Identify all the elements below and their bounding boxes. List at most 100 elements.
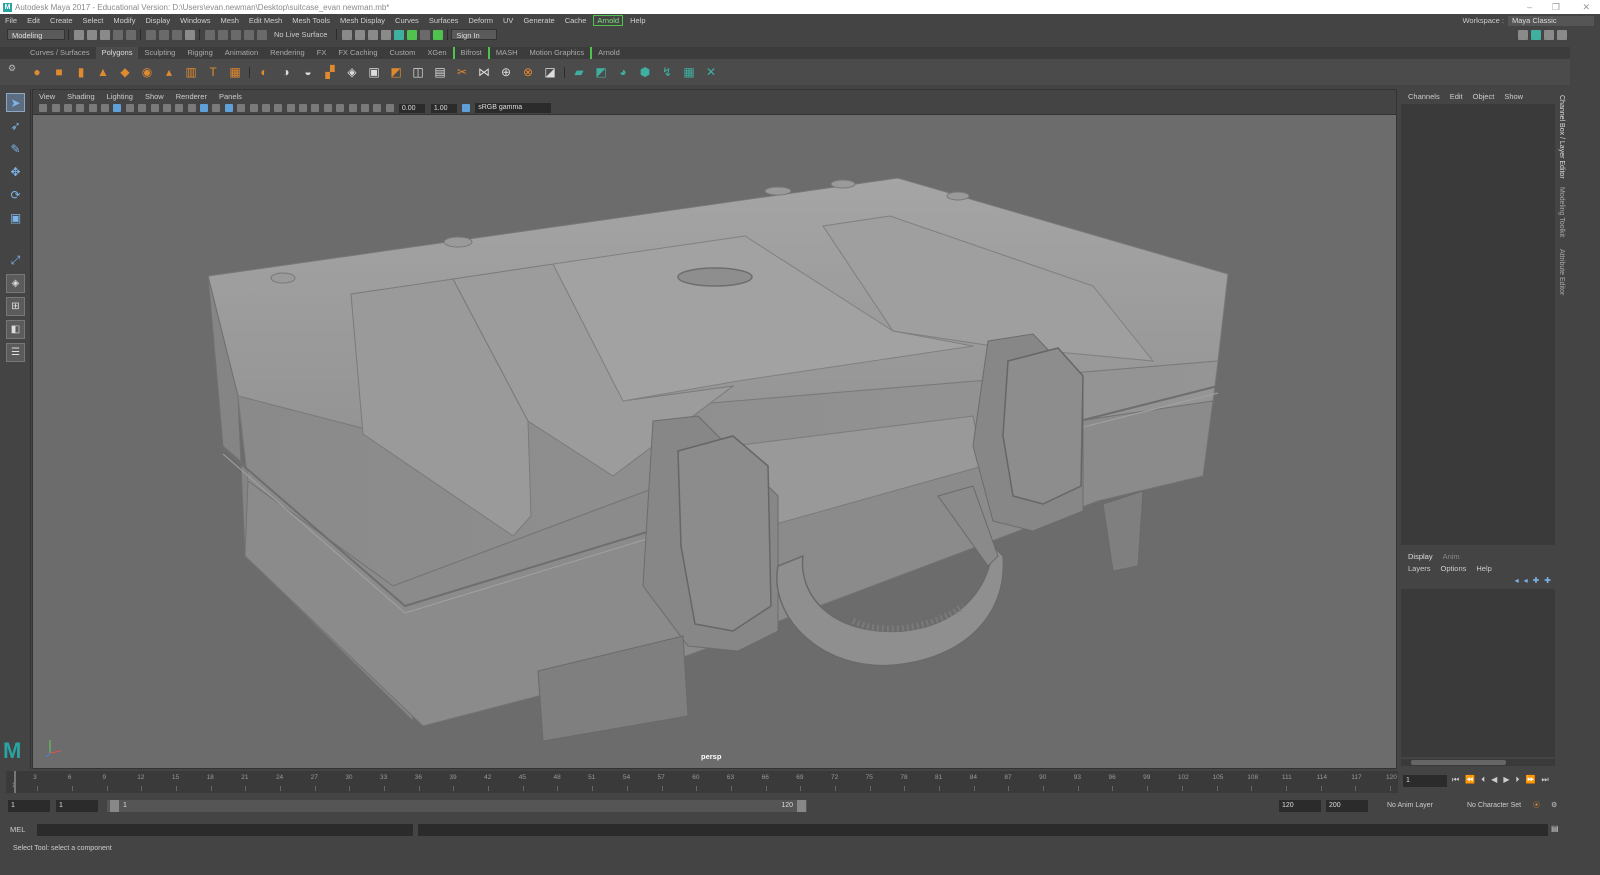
- use-default-material-icon[interactable]: [224, 104, 233, 112]
- poly-torus-icon[interactable]: ◉: [140, 65, 155, 80]
- step-back-key-icon[interactable]: ⏪: [1465, 775, 1475, 785]
- render-setup-icon[interactable]: [419, 29, 430, 40]
- layer-menu-help[interactable]: Help: [1471, 564, 1496, 573]
- go-to-start-icon[interactable]: ⏮: [1452, 775, 1459, 785]
- exposure-field[interactable]: 0.00: [398, 103, 425, 113]
- shelf-tab-fx[interactable]: FX: [311, 47, 333, 59]
- channel-box-menu-channels[interactable]: Channels: [1403, 92, 1445, 101]
- menu-deform[interactable]: Deform: [463, 16, 498, 25]
- move-tool-icon[interactable]: ✥: [6, 162, 25, 181]
- move-layer-up-icon[interactable]: ◂: [1515, 576, 1519, 585]
- menu-generate[interactable]: Generate: [518, 16, 559, 25]
- tab-channel-box-layer-editor[interactable]: Channel Box / Layer Editor: [1558, 95, 1565, 179]
- menu-edit-mesh[interactable]: Edit Mesh: [244, 16, 287, 25]
- animation-start-field[interactable]: 1: [8, 800, 50, 812]
- menu-help[interactable]: Help: [625, 16, 650, 25]
- go-to-end-icon[interactable]: ⏭: [1541, 775, 1548, 785]
- new-layer-selected-icon[interactable]: ✚: [1544, 576, 1551, 585]
- current-time-indicator[interactable]: [14, 771, 16, 793]
- smooth-icon[interactable]: ◒: [301, 65, 316, 80]
- multi-cut-icon[interactable]: ✂: [455, 65, 470, 80]
- safe-title-icon[interactable]: [187, 104, 196, 112]
- hypershade-icon[interactable]: [393, 29, 404, 40]
- shelf-tab-sculpting[interactable]: Sculpting: [138, 47, 181, 59]
- snap-point-icon[interactable]: [230, 29, 241, 40]
- menu-select[interactable]: Select: [78, 16, 109, 25]
- mel-label[interactable]: MEL: [10, 824, 25, 836]
- shelf-tab-rendering[interactable]: Rendering: [264, 47, 311, 59]
- lasso-tool-icon[interactable]: ➶: [6, 116, 25, 135]
- make-live-icon[interactable]: [256, 29, 267, 40]
- show-manipulator-icon[interactable]: ⤢: [6, 251, 25, 270]
- shelf-tab-motion-graphics[interactable]: Motion Graphics: [523, 47, 590, 59]
- step-forward-frame-icon[interactable]: ⏵: [1515, 775, 1519, 785]
- multisample-aa-icon[interactable]: [323, 104, 332, 112]
- arnold-render-icon[interactable]: [406, 29, 417, 40]
- channel-box-body[interactable]: [1401, 104, 1555, 545]
- viewport-menu-renderer[interactable]: Renderer: [170, 92, 213, 101]
- xray-active-icon[interactable]: [373, 104, 382, 112]
- backface-culling-icon[interactable]: [385, 104, 394, 112]
- gate-mask-icon[interactable]: [150, 104, 159, 112]
- new-empty-layer-icon[interactable]: ✚: [1533, 576, 1540, 585]
- auto-key-icon[interactable]: ⦿: [1533, 800, 1540, 812]
- range-bar[interactable]: 1 120: [107, 800, 807, 812]
- restore-button[interactable]: ❐: [1552, 0, 1560, 14]
- perspective-viewport[interactable]: View Shading Lighting Show Renderer Panels 0.…: [32, 89, 1397, 769]
- smooth-shade-icon[interactable]: [212, 104, 221, 112]
- close-button[interactable]: ✕: [1582, 0, 1590, 14]
- menu-modify[interactable]: Modify: [108, 16, 140, 25]
- menu-mesh-display[interactable]: Mesh Display: [335, 16, 390, 25]
- move-layer-down-icon[interactable]: ◂: [1524, 576, 1528, 585]
- checker-icon[interactable]: ▦: [682, 65, 697, 80]
- gamma-field[interactable]: 1.00: [430, 103, 457, 113]
- menu-cache[interactable]: Cache: [560, 16, 592, 25]
- menu-curves[interactable]: Curves: [390, 16, 424, 25]
- character-controls-toggle-icon[interactable]: [1530, 29, 1541, 40]
- select-camera-icon[interactable]: [39, 104, 48, 112]
- animation-preferences-icon[interactable]: ⚙: [1551, 800, 1557, 812]
- minimize-button[interactable]: –: [1527, 0, 1532, 14]
- selection-mask-icon[interactable]: [184, 29, 195, 40]
- cylindrical-uv-icon[interactable]: ◩: [594, 65, 609, 80]
- new-scene-icon[interactable]: [73, 29, 84, 40]
- grease-pencil-icon[interactable]: [101, 104, 110, 112]
- render-view-icon[interactable]: [341, 29, 352, 40]
- mirror-icon[interactable]: ▞: [323, 65, 338, 80]
- quad-draw-icon[interactable]: ◪: [543, 65, 558, 80]
- camera-attributes-icon[interactable]: [51, 104, 60, 112]
- layer-list[interactable]: [1401, 589, 1555, 757]
- isolate-select-icon[interactable]: [348, 104, 357, 112]
- snap-view-plane-icon[interactable]: [243, 29, 254, 40]
- modeling-toolkit-toggle-icon[interactable]: [1517, 29, 1528, 40]
- single-perspective-icon[interactable]: ◈: [6, 274, 25, 293]
- uv-editor-icon[interactable]: ↯: [660, 65, 675, 80]
- snap-curve-icon[interactable]: [217, 29, 228, 40]
- select-component-icon[interactable]: [171, 29, 182, 40]
- time-slider-ruler[interactable]: 1369121518212427303336394245485154576063…: [6, 771, 1398, 793]
- poly-cube-icon[interactable]: ■: [52, 65, 67, 80]
- separate-icon[interactable]: ◑: [279, 65, 294, 80]
- automatic-uv-icon[interactable]: ⬢: [638, 65, 653, 80]
- bookmarks-icon[interactable]: [63, 104, 72, 112]
- depth-of-field-icon[interactable]: [336, 104, 345, 112]
- tool-settings-toggle-icon[interactable]: [1556, 29, 1567, 40]
- 2d-pan-zoom-icon[interactable]: [88, 104, 97, 112]
- screen-space-ao-icon[interactable]: [299, 104, 308, 112]
- persp-outliner-icon[interactable]: ◧: [6, 320, 25, 339]
- render-settings-icon[interactable]: [380, 29, 391, 40]
- scale-tool-icon[interactable]: ▣: [6, 208, 25, 227]
- play-forwards-icon[interactable]: ▶: [1503, 775, 1509, 785]
- redo-icon[interactable]: [125, 29, 136, 40]
- playback-end-field[interactable]: 120: [1279, 800, 1321, 812]
- combine-icon[interactable]: ◐: [257, 65, 272, 80]
- layer-menu-options[interactable]: Options: [1436, 564, 1472, 573]
- character-set-dropdown[interactable]: No Character Set: [1467, 800, 1521, 812]
- workspace-dropdown[interactable]: Maya Classic: [1508, 15, 1594, 26]
- paint-select-icon[interactable]: ✎: [6, 139, 25, 158]
- menu-uv[interactable]: UV: [498, 16, 518, 25]
- time-slider[interactable]: 1369121518212427303336394245485154576063…: [0, 771, 1600, 793]
- resolution-gate-icon[interactable]: [138, 104, 147, 112]
- boolean-icon[interactable]: ◈: [345, 65, 360, 80]
- poly-pipe-icon[interactable]: ▥: [184, 65, 199, 80]
